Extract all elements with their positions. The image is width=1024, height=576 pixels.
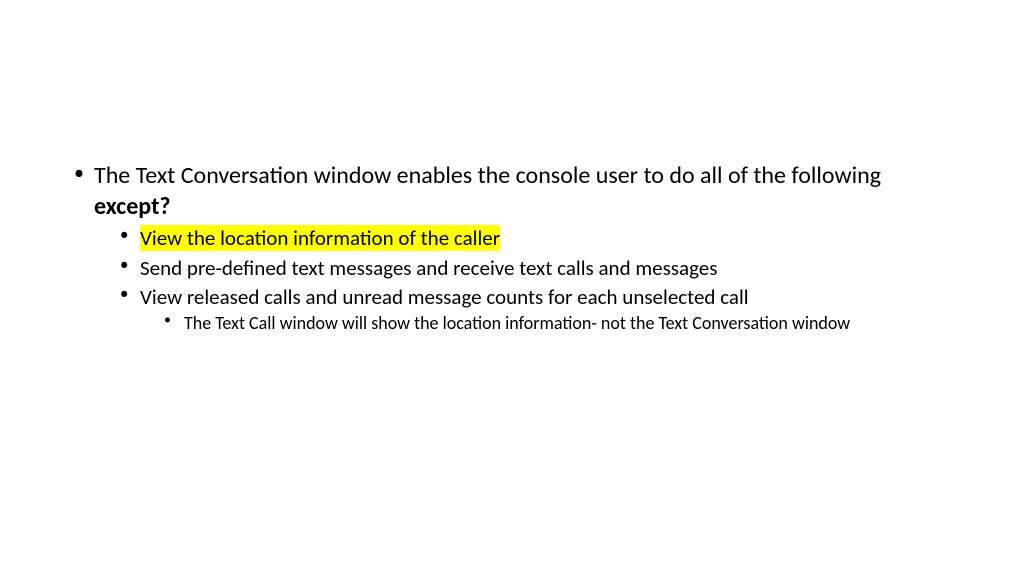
answer-text: Send pre-defined text messages and recei… [140,255,717,281]
question-item: The Text Conversation window enables the… [70,160,954,336]
answer-text: View the location information of the cal… [140,225,500,251]
answer-item-3: View released calls and unread message c… [118,283,954,336]
answer-item-1: View the location information of the cal… [118,224,954,252]
answer-text: View released calls and unread message c… [140,284,749,310]
question-emphasis: except? [94,192,171,221]
note-text: The Text Call window will show the locat… [184,312,850,334]
answer-item-2: Send pre-defined text messages and recei… [118,254,954,282]
answers-list: View the location information of the cal… [118,224,954,335]
question-list: The Text Conversation window enables the… [70,160,954,336]
question-stem: The Text Conversation window enables the… [94,161,881,190]
note-list: The Text Call window will show the locat… [162,311,954,335]
note-item: The Text Call window will show the locat… [162,311,954,335]
